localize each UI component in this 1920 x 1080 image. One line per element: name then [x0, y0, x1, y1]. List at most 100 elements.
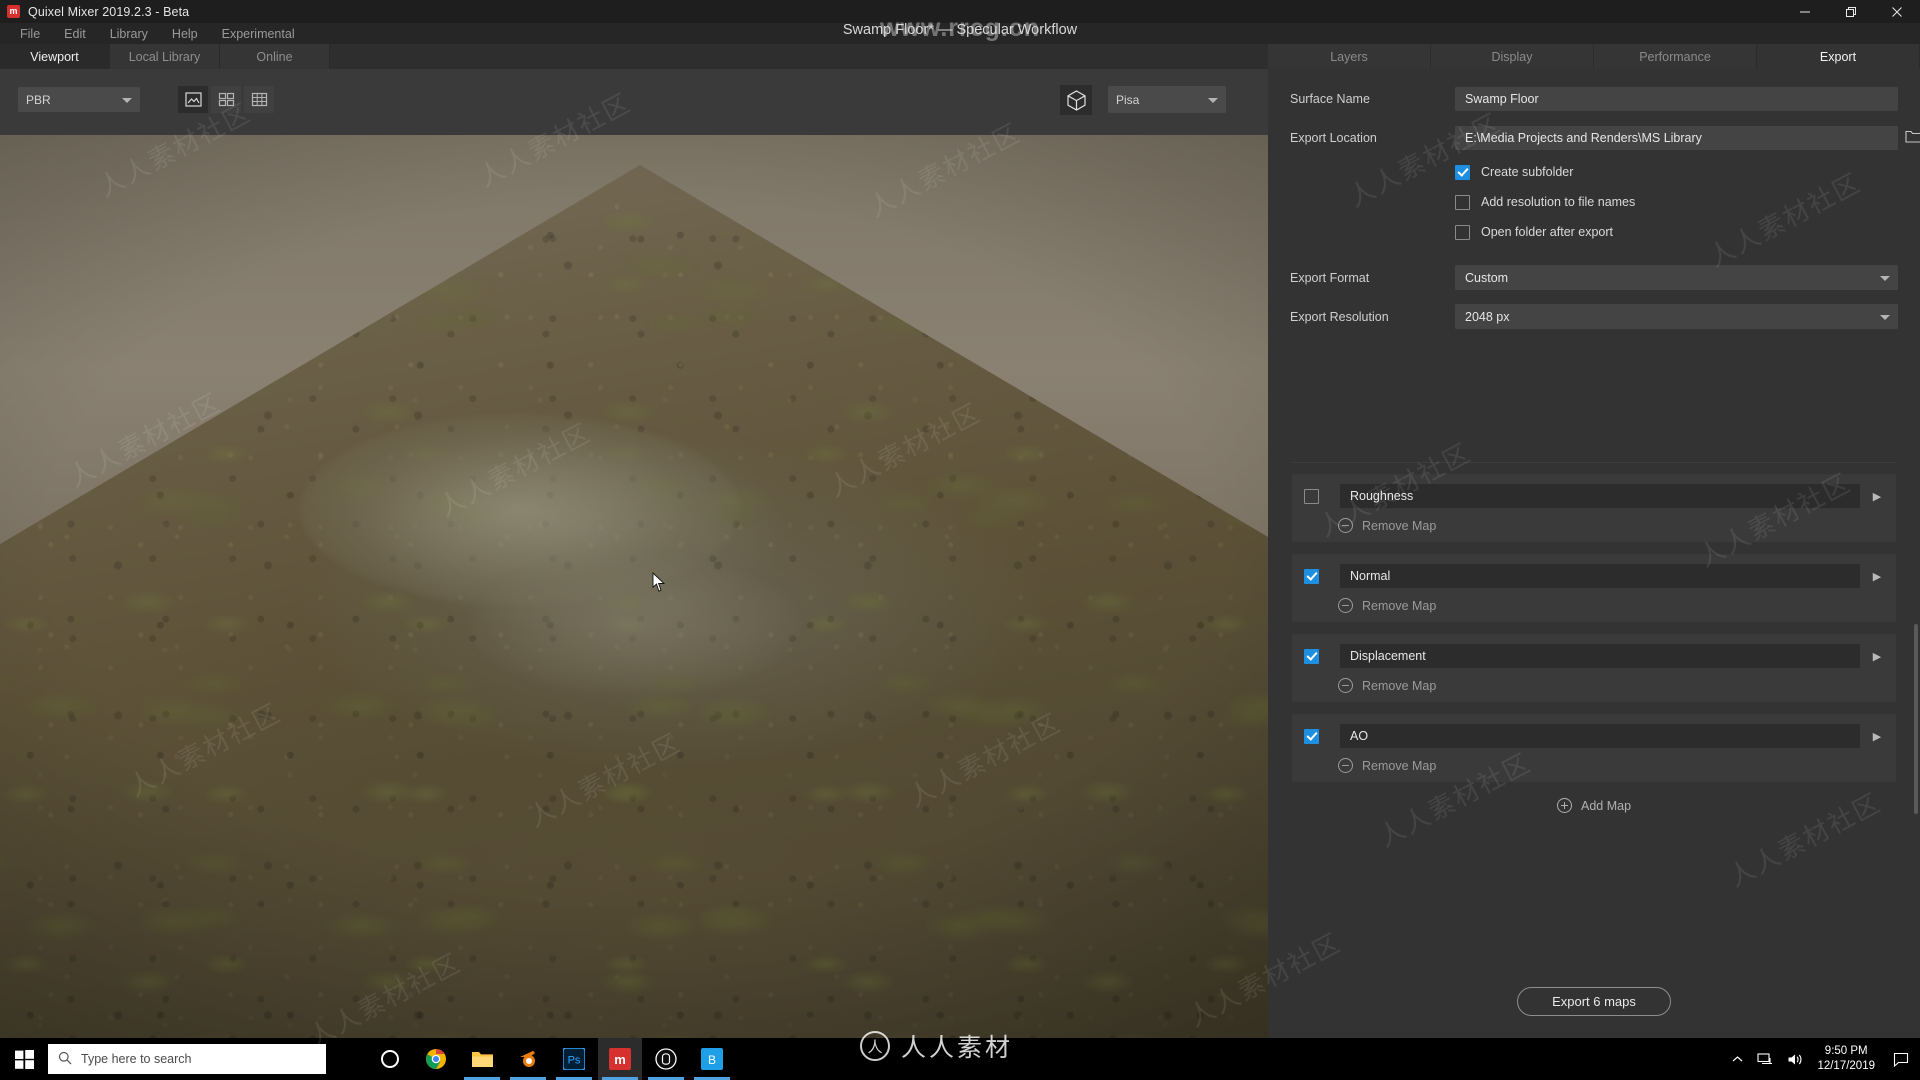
option-label: Open folder after export	[1481, 225, 1614, 239]
network-icon[interactable]	[1757, 1052, 1774, 1067]
clock[interactable]: 9:50 PM 12/17/2019	[1817, 1044, 1875, 1074]
option-create-subfolder[interactable]: Create subfolder	[1455, 161, 1898, 183]
remove-map-button[interactable]: Remove Map	[1338, 598, 1884, 613]
quad-view-icon[interactable]	[211, 86, 241, 113]
tab-online[interactable]: Online	[220, 44, 330, 69]
remove-map-button[interactable]: Remove Map	[1338, 518, 1884, 533]
menu-item-experimental[interactable]: Experimental	[210, 23, 307, 44]
plus-circle-icon	[1556, 798, 1572, 813]
search-placeholder: Type here to search	[81, 1052, 192, 1066]
tab-viewport[interactable]: Viewport	[0, 44, 110, 69]
menu-item-edit[interactable]: Edit	[52, 23, 98, 44]
checkbox-map-roughness[interactable]	[1304, 488, 1319, 504]
map-list-scrollbar[interactable]	[1914, 474, 1918, 974]
title-bar: m Quixel Mixer 2019.2.3 - Beta	[0, 0, 1920, 23]
environment-value: Pisa	[1116, 92, 1140, 107]
bridge-icon[interactable]: B	[690, 1038, 734, 1080]
search-input[interactable]: Type here to search	[48, 1044, 326, 1074]
unreal-engine-icon[interactable]	[644, 1038, 688, 1080]
map-header: AO ▶	[1304, 724, 1884, 748]
export-options: Create subfolder Add resolution to file …	[1290, 161, 1898, 243]
checkbox-map-displacement[interactable]	[1304, 648, 1319, 664]
export-maps-button[interactable]: Export 6 maps	[1517, 987, 1671, 1016]
volume-icon[interactable]	[1787, 1052, 1804, 1067]
menu-item-file[interactable]: File	[8, 23, 52, 44]
option-label: Create subfolder	[1481, 165, 1574, 179]
nine-view-icon[interactable]	[244, 86, 274, 113]
blender-icon[interactable]	[506, 1038, 550, 1080]
folder-icon[interactable]	[1905, 129, 1920, 149]
tab-local-library[interactable]: Local Library	[110, 44, 220, 69]
file-explorer-icon[interactable]	[460, 1038, 504, 1080]
option-add-resolution[interactable]: Add resolution to file names	[1455, 191, 1898, 213]
chevron-right-icon[interactable]: ▶	[1870, 570, 1884, 583]
add-map-label: Add Map	[1580, 798, 1632, 813]
tab-display[interactable]: Display	[1431, 44, 1594, 69]
export-action-area: Export 6 maps	[1268, 987, 1920, 1016]
tab-performance[interactable]: Performance	[1594, 44, 1757, 69]
menu-item-library[interactable]: Library	[98, 23, 160, 44]
window-controls	[1782, 0, 1920, 23]
chrome-icon[interactable]	[414, 1038, 458, 1080]
map-row-displacement: Displacement ▶ Remove Map	[1292, 634, 1896, 702]
add-map-button[interactable]: Add Map	[1268, 798, 1920, 813]
panel-tab-bar: Layers Display Performance Export	[1268, 44, 1920, 69]
photoshop-icon[interactable]: Ps	[552, 1038, 596, 1080]
export-resolution-value: 2048 px	[1465, 309, 1510, 324]
scrollbar-thumb[interactable]	[1914, 624, 1918, 814]
quixel-mixer-icon[interactable]: m	[598, 1038, 642, 1080]
view-mode-group	[178, 86, 274, 113]
chevron-down-icon	[1208, 97, 1218, 103]
checkbox-create-subfolder[interactable]	[1455, 164, 1470, 180]
system-tray: 9:50 PM 12/17/2019	[1731, 1038, 1920, 1080]
export-location-input[interactable]: E:\Media Projects and Renders\MS Library	[1455, 126, 1898, 150]
3d-viewport[interactable]	[0, 135, 1268, 1038]
map-row-roughness: Roughness ▶ Remove Map	[1292, 474, 1896, 542]
panel-divider	[1292, 462, 1896, 463]
cortana-icon[interactable]	[368, 1038, 412, 1080]
clock-date: 12/17/2019	[1817, 1060, 1875, 1072]
maximize-restore-button[interactable]	[1828, 0, 1874, 23]
map-name-input[interactable]: Normal	[1340, 564, 1860, 588]
menu-bar: File Edit Library Help Experimental	[0, 23, 1920, 44]
surface-name-input[interactable]: Swamp Floor	[1455, 87, 1898, 111]
chevron-right-icon[interactable]: ▶	[1870, 730, 1884, 743]
tab-layers[interactable]: Layers	[1268, 44, 1431, 69]
shading-mode-select[interactable]: PBR	[18, 87, 140, 112]
environment-select[interactable]: Pisa	[1108, 86, 1226, 113]
mouse-cursor	[652, 571, 666, 597]
export-resolution-label: Export Resolution	[1290, 309, 1389, 324]
tab-export[interactable]: Export	[1757, 44, 1920, 69]
map-name-input[interactable]: Displacement	[1340, 644, 1860, 668]
export-format-select[interactable]: Custom	[1455, 265, 1898, 290]
menu-item-help[interactable]: Help	[160, 23, 210, 44]
viewport-vignette	[0, 135, 1268, 1038]
close-button[interactable]	[1874, 0, 1920, 23]
map-row-normal: Normal ▶ Remove Map	[1292, 554, 1896, 622]
action-center-icon[interactable]	[1888, 1038, 1914, 1080]
main-tab-bar: Viewport Local Library Online	[0, 44, 1268, 69]
chevron-right-icon[interactable]: ▶	[1870, 650, 1884, 663]
checkbox-add-resolution[interactable]	[1455, 194, 1470, 210]
surface-name-label: Surface Name	[1290, 92, 1370, 106]
right-panel: Layers Display Performance Export Surfac…	[1268, 44, 1920, 1038]
minimize-button[interactable]	[1782, 0, 1828, 23]
cube-icon[interactable]	[1060, 85, 1092, 115]
map-name-input[interactable]: Roughness	[1340, 484, 1860, 508]
show-hidden-icons-chevron[interactable]	[1731, 1053, 1744, 1066]
chevron-right-icon[interactable]: ▶	[1870, 490, 1884, 503]
checkbox-map-normal[interactable]	[1304, 568, 1319, 584]
remove-map-button[interactable]: Remove Map	[1338, 678, 1884, 693]
single-view-icon[interactable]	[178, 86, 208, 113]
map-list: Roughness ▶ Remove Map Normal ▶ Remove M…	[1268, 474, 1920, 994]
export-resolution-select[interactable]: 2048 px	[1455, 304, 1898, 329]
windows-start-icon[interactable]	[0, 1038, 48, 1080]
option-open-folder[interactable]: Open folder after export	[1455, 221, 1898, 243]
checkbox-open-folder[interactable]	[1455, 224, 1470, 240]
checkbox-map-ao[interactable]	[1304, 728, 1319, 744]
map-name-input[interactable]: AO	[1340, 724, 1860, 748]
taskbar: Type here to search Ps m B 9:50 PM 12/17…	[0, 1038, 1920, 1080]
chevron-down-icon	[122, 97, 132, 103]
map-header: Displacement ▶	[1304, 644, 1884, 668]
remove-map-button[interactable]: Remove Map	[1338, 758, 1884, 773]
